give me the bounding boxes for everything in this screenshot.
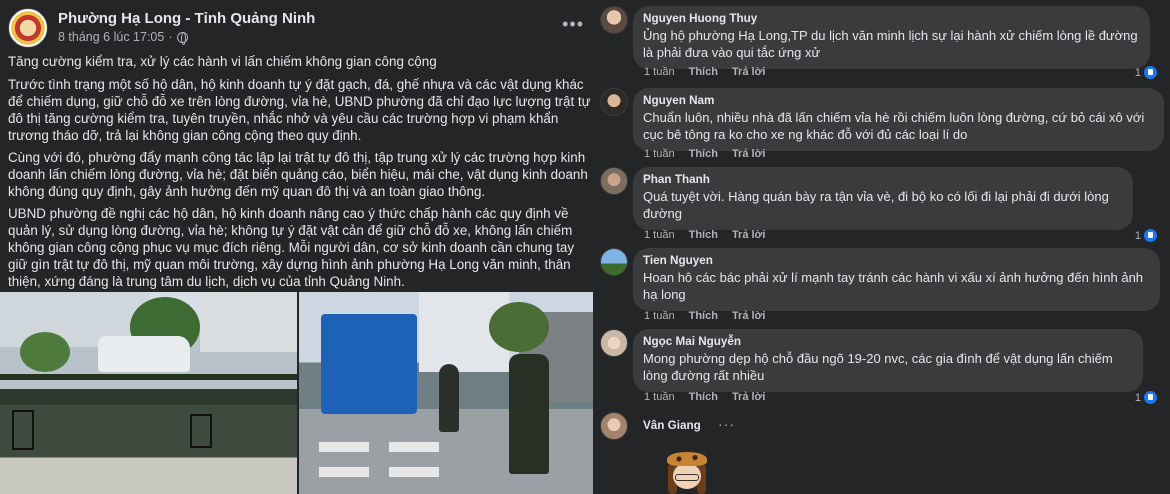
sticker-image bbox=[663, 452, 711, 494]
page-avatar[interactable] bbox=[8, 8, 48, 48]
avatar[interactable] bbox=[600, 167, 628, 195]
page-name[interactable]: Phường Hạ Long - Tỉnh Quảng Ninh bbox=[58, 10, 315, 27]
comment-bubble: Nguyen Huong Thuy Ủng hộ phường Hạ Long,… bbox=[633, 6, 1150, 69]
post-timestamp[interactable]: 8 tháng 6 lúc 17:05 bbox=[58, 30, 164, 44]
comment-time[interactable]: 1 tuần bbox=[644, 310, 675, 322]
post-paragraph: UBND phường đề nghị các hộ dân, hộ kinh … bbox=[8, 206, 575, 289]
comment-more-icon[interactable]: ··· bbox=[718, 416, 735, 432]
comment-time[interactable]: 1 tuần bbox=[644, 66, 675, 78]
post-body: Tăng cường kiểm tra, xử lý các hành vi l… bbox=[8, 53, 592, 295]
comment-bubble: Ngọc Mai Nguyễn Mong phường dẹp hộ chỗ đ… bbox=[633, 329, 1143, 392]
avatar[interactable] bbox=[600, 412, 628, 440]
comment-actions: 1 tuần Thích Trả lời bbox=[644, 229, 765, 241]
comment-author[interactable]: Nguyen Huong Thuy bbox=[643, 12, 1140, 25]
avatar[interactable] bbox=[600, 248, 628, 276]
comment-actions: 1 tuần Thích Trả lời bbox=[644, 148, 765, 160]
like-icon bbox=[1143, 228, 1158, 243]
reaction-number: 1 bbox=[1134, 66, 1141, 79]
comment-actions: 1 tuần Thích Trả lời bbox=[644, 310, 765, 322]
reply-button[interactable]: Trả lời bbox=[732, 310, 766, 322]
comment-text: Quá tuyệt vời. Hàng quán bày ra tận vỉa … bbox=[643, 189, 1109, 221]
comment-bubble: Nguyen Nam Chuẩn luôn, nhiều nhà đã lấn … bbox=[633, 88, 1164, 151]
post-header: Phường Hạ Long - Tỉnh Quảng Ninh 8 tháng… bbox=[8, 8, 592, 48]
comment-bubble: Phan Thanh Quá tuyệt vời. Hàng quán bày … bbox=[633, 167, 1133, 230]
post-photo-street[interactable] bbox=[0, 292, 297, 494]
post-card: Phường Hạ Long - Tỉnh Quảng Ninh 8 tháng… bbox=[0, 0, 600, 494]
like-button[interactable]: Thích bbox=[689, 391, 718, 403]
comment-author[interactable]: Tien Nguyen bbox=[643, 254, 1150, 267]
like-icon bbox=[1143, 390, 1158, 405]
more-horizontal-icon[interactable]: ••• bbox=[562, 14, 584, 35]
comment-text: Ủng hộ phường Hạ Long,TP du lịch văn min… bbox=[643, 28, 1138, 60]
post-meta: 8 tháng 6 lúc 17:05 · bbox=[58, 30, 188, 45]
like-button[interactable]: Thích bbox=[689, 148, 718, 160]
post-paragraph-title: Tăng cường kiểm tra, xử lý các hành vi l… bbox=[8, 54, 437, 69]
comment-bubble: Tien Nguyen Hoan hô các bác phải xử lí m… bbox=[633, 248, 1160, 311]
reply-button[interactable]: Trả lời bbox=[732, 229, 766, 241]
reaction-number: 1 bbox=[1134, 391, 1141, 404]
comment-text: Chuẩn luôn, nhiều nhà đã lấn chiếm vỉa h… bbox=[643, 110, 1145, 142]
comment-author[interactable]: Nguyen Nam bbox=[643, 94, 1154, 107]
comment-author[interactable]: Phan Thanh bbox=[643, 173, 1123, 186]
reply-button[interactable]: Trả lời bbox=[732, 66, 766, 78]
comment-time[interactable]: 1 tuần bbox=[644, 148, 675, 160]
comment-text: Mong phường dẹp hộ chỗ đầu ngõ 19-20 nvc… bbox=[643, 351, 1113, 383]
meta-separator: · bbox=[168, 30, 173, 44]
post-paragraph: Trước tình trạng một số hộ dân, hộ kinh … bbox=[8, 77, 591, 143]
like-button[interactable]: Thích bbox=[689, 229, 718, 241]
like-icon bbox=[1143, 65, 1158, 80]
comment-text: Hoan hô các bác phải xử lí mạnh tay trán… bbox=[643, 270, 1144, 302]
avatar[interactable] bbox=[600, 6, 628, 34]
comment-actions: 1 tuần Thích Trả lời bbox=[644, 391, 765, 403]
like-button[interactable]: Thích bbox=[689, 66, 718, 78]
avatar[interactable] bbox=[600, 88, 628, 116]
comment-time[interactable]: 1 tuần bbox=[644, 391, 675, 403]
reply-button[interactable]: Trả lời bbox=[732, 391, 766, 403]
comment-author[interactable]: Ngọc Mai Nguyễn bbox=[643, 335, 1133, 348]
reaction-count[interactable]: 1 bbox=[1135, 390, 1158, 405]
reply-button[interactable]: Trả lời bbox=[732, 148, 766, 160]
post-photo-enforcement[interactable] bbox=[299, 292, 593, 494]
reaction-count[interactable]: 1 bbox=[1135, 65, 1158, 80]
avatar[interactable] bbox=[600, 329, 628, 357]
reaction-count[interactable]: 1 bbox=[1135, 228, 1158, 243]
comment-author[interactable]: Vân Giang bbox=[643, 419, 701, 432]
post-paragraph: Cùng với đó, phường đẩy mạnh công tác lậ… bbox=[8, 150, 588, 199]
like-button[interactable]: Thích bbox=[689, 310, 718, 322]
screenshot-root: Phường Hạ Long - Tỉnh Quảng Ninh 8 tháng… bbox=[0, 0, 1170, 494]
comment-actions: 1 tuần Thích Trả lời bbox=[644, 66, 765, 78]
comment-time[interactable]: 1 tuần bbox=[644, 229, 675, 241]
globe-icon[interactable] bbox=[176, 31, 188, 45]
comments-panel: Nguyen Huong Thuy Ủng hộ phường Hạ Long,… bbox=[600, 0, 1170, 494]
reaction-number: 1 bbox=[1134, 229, 1141, 242]
